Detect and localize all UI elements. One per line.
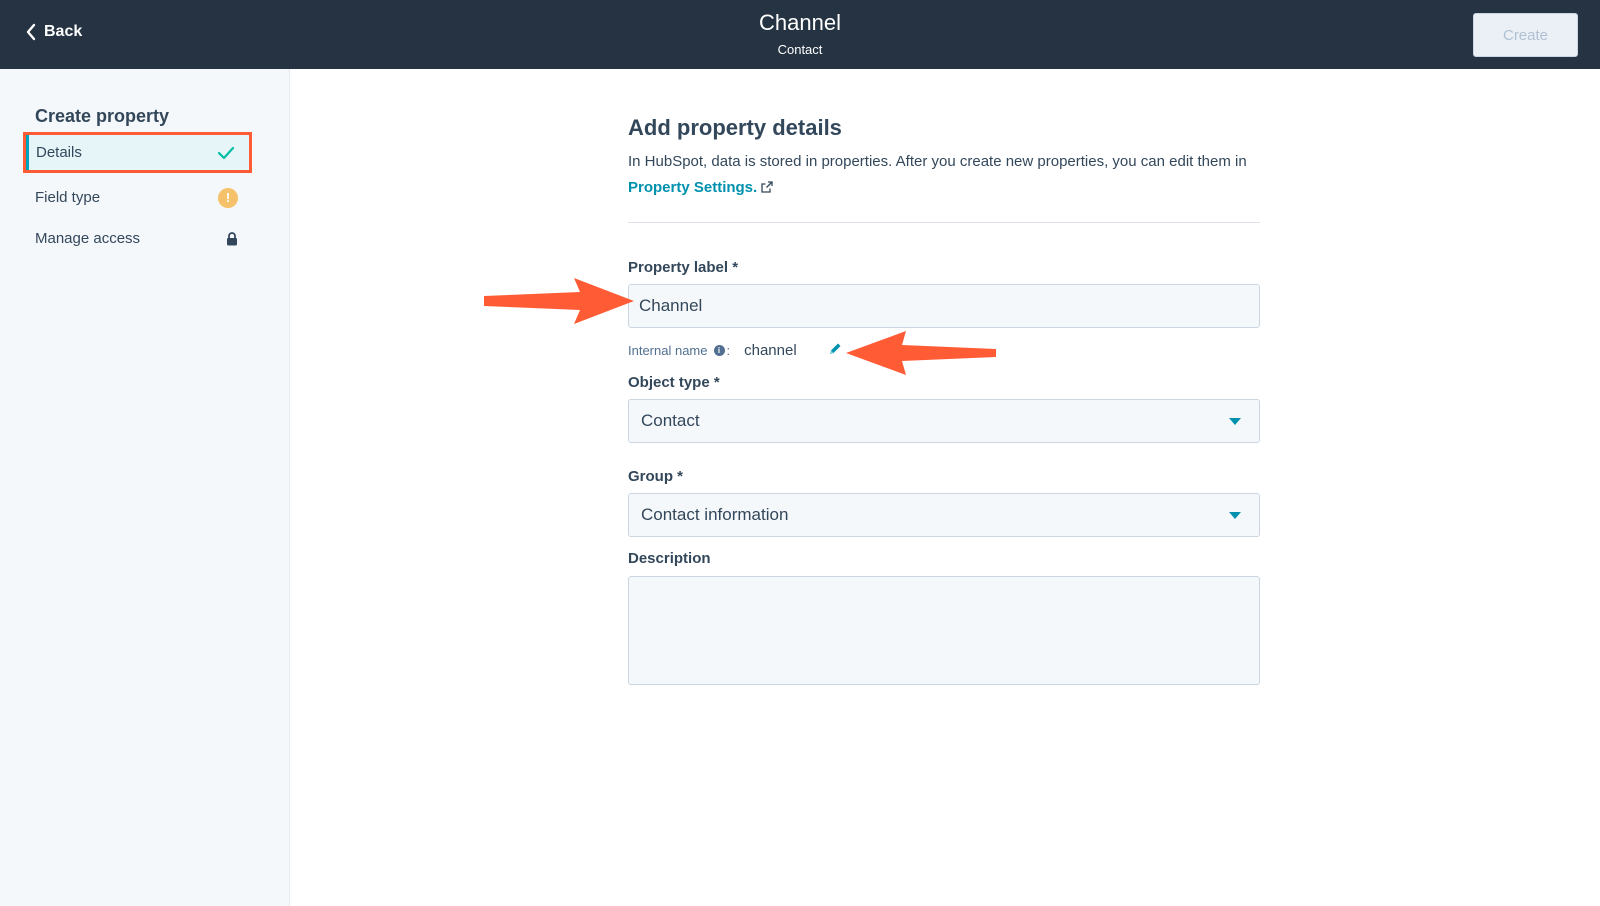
sidebar-item-label: Field type (35, 189, 101, 206)
caret-down-icon (1229, 418, 1241, 425)
page-title: Channel (759, 10, 841, 35)
internal-name-value: channel (744, 341, 797, 359)
property-settings-link[interactable]: Property Settings. (628, 179, 757, 196)
arrow-icon (846, 331, 996, 375)
property-label-input[interactable]: Channel (628, 284, 1260, 328)
internal-name-row: Internal name i : channel (628, 340, 797, 360)
sidebar-item-manage-access[interactable]: Manage access (23, 218, 252, 259)
description-text: In HubSpot, data is stored in properties… (628, 153, 1247, 170)
page-subtitle: Contact (777, 42, 823, 57)
group-label: Group * (628, 468, 683, 485)
sidebar-item-field-type[interactable]: Field type ! (23, 177, 252, 218)
warning-icon: ! (218, 187, 238, 208)
object-type-label: Object type * (628, 374, 720, 391)
external-link-icon[interactable] (761, 176, 773, 202)
main-content: Add property details In HubSpot, data is… (628, 115, 1260, 202)
group-value: Contact information (641, 505, 789, 524)
internal-name-colon: : (726, 342, 731, 358)
description-label: Description (628, 550, 711, 567)
page-title-block: Channel Contact (0, 10, 1600, 57)
info-icon[interactable]: i (713, 344, 725, 356)
group-select[interactable]: Contact information (628, 493, 1260, 537)
caret-down-icon (1229, 512, 1241, 519)
object-type-value: Contact (641, 411, 700, 430)
section-title: Add property details (628, 115, 842, 140)
internal-name-label: Internal name (628, 342, 708, 358)
section-description: In HubSpot, data is stored in properties… (628, 149, 1260, 202)
pencil-icon[interactable] (827, 341, 843, 357)
sidebar-item-label: Manage access (35, 230, 141, 247)
warning-badge: ! (218, 187, 238, 208)
object-type-select[interactable]: Contact (628, 399, 1260, 443)
sidebar: Create property Details Field type ! Man… (0, 69, 290, 906)
create-button[interactable]: Create (1473, 13, 1578, 57)
top-bar: Back Channel Contact Create (0, 0, 1600, 69)
arrow-icon (484, 278, 634, 324)
sidebar-heading: Create property (35, 106, 170, 126)
lock-icon (226, 231, 238, 246)
section-divider (628, 222, 1260, 223)
property-label-label: Property label * (628, 259, 739, 276)
check-icon (217, 146, 235, 160)
description-textarea[interactable] (628, 576, 1260, 685)
sidebar-item-label: Details (36, 144, 82, 161)
sidebar-item-details[interactable]: Details (23, 132, 252, 173)
